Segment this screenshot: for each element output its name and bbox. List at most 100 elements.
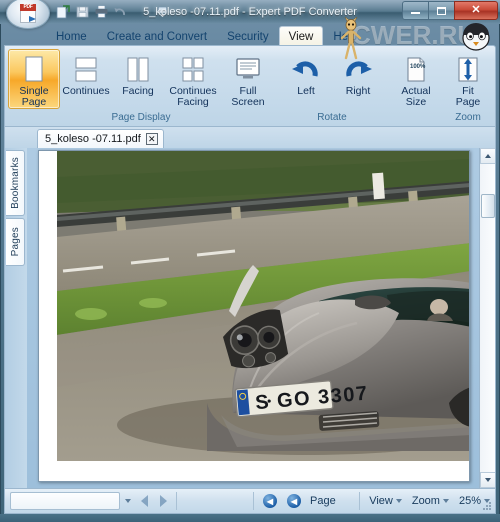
scroll-up-button[interactable] bbox=[480, 148, 495, 164]
chevron-down-icon bbox=[395, 499, 402, 503]
single-page-icon bbox=[23, 54, 45, 84]
resize-grip[interactable] bbox=[481, 500, 493, 512]
title-bar[interactable]: PDF 5_koleso -07.11.pdf - Expert PDF Con… bbox=[0, 0, 500, 29]
first-page-icon: ◀ bbox=[263, 494, 277, 508]
single-page-button[interactable]: Single Page bbox=[8, 49, 60, 109]
zoom-buttons: 100% Actual Size Fit Page bbox=[390, 49, 500, 111]
blue-arrow-icon bbox=[15, 16, 36, 22]
fit-page-icon bbox=[455, 54, 481, 84]
open-icon[interactable] bbox=[56, 4, 73, 20]
view-menu-button[interactable]: View bbox=[364, 495, 407, 507]
page-photo: S GO 3307 bbox=[57, 151, 469, 461]
main-content-area: Bookmarks Pages S GO 3307 bbox=[4, 148, 496, 488]
continues-button[interactable]: Continues bbox=[60, 49, 112, 109]
zoom-level-value: 25% bbox=[458, 495, 481, 507]
continues-facing-button[interactable]: Continues Facing bbox=[164, 49, 222, 109]
navigation-pane-rail: Bookmarks Pages bbox=[5, 148, 27, 488]
page-combo-dropdown-button[interactable] bbox=[120, 499, 136, 503]
fit-page-button[interactable]: Fit Page bbox=[442, 49, 494, 109]
first-page-button[interactable]: ◀ bbox=[258, 494, 282, 508]
next-page-button[interactable] bbox=[157, 494, 169, 508]
full-screen-icon bbox=[234, 54, 262, 84]
rotate-right-button[interactable]: Right bbox=[332, 49, 384, 109]
ribbon-tab-home[interactable]: Home bbox=[46, 26, 97, 46]
continues-label: Continues bbox=[62, 85, 110, 97]
facing-button[interactable]: Facing bbox=[112, 49, 164, 109]
vertical-scrollbar[interactable] bbox=[479, 148, 495, 488]
ribbon-group-zoom: 100% Actual Size Fit Page Zoom bbox=[387, 46, 500, 126]
zoom-group-label: Zoom bbox=[455, 112, 481, 123]
single-page-label-line2: Page bbox=[21, 96, 47, 108]
continues-facing-label-line2: Facing bbox=[177, 96, 209, 108]
zoom-menu-label: Zoom bbox=[411, 495, 440, 507]
maximize-icon bbox=[437, 6, 446, 15]
pages-tab-label: Pages bbox=[9, 227, 21, 257]
save-icon[interactable] bbox=[75, 4, 92, 20]
application-window: PDF 5_koleso -07.11.pdf - Expert PDF Con… bbox=[0, 0, 500, 522]
facing-label: Facing bbox=[122, 85, 154, 97]
minimize-button[interactable] bbox=[402, 1, 429, 20]
rotate-right-icon bbox=[343, 54, 373, 84]
actual-size-button[interactable]: 100% Actual Size bbox=[390, 49, 442, 109]
fit-page-label-line2: Page bbox=[455, 96, 481, 108]
scrollbar-thumb[interactable] bbox=[481, 194, 495, 218]
chevron-down-icon bbox=[125, 499, 131, 503]
ribbon-tab-view[interactable]: View bbox=[278, 26, 324, 46]
actual-size-icon: 100% bbox=[403, 54, 429, 84]
actual-size-label-line2: Size bbox=[405, 96, 427, 108]
document-tab-label: 5_koleso -07.11.pdf bbox=[45, 133, 141, 145]
ribbon-group-rotate: Left Right Rotate bbox=[277, 46, 387, 126]
previous-view-button[interactable]: ◀ bbox=[282, 494, 306, 508]
document-viewport[interactable]: S GO 3307 bbox=[27, 148, 495, 488]
customize-quick-access-icon[interactable] bbox=[155, 4, 172, 20]
status-separator bbox=[253, 492, 254, 510]
bookmarks-tab-label: Bookmarks bbox=[9, 157, 21, 209]
pdf-logo-label: PDF bbox=[20, 4, 36, 11]
rotate-right-label: Right bbox=[345, 85, 371, 97]
zoom-menu-button[interactable]: Zoom bbox=[407, 495, 454, 507]
close-icon: ✕ bbox=[471, 4, 481, 16]
rotate-left-icon bbox=[291, 54, 321, 84]
full-screen-button[interactable]: Full Screen bbox=[222, 49, 274, 109]
document-tab-close-icon[interactable]: ✕ bbox=[145, 133, 158, 145]
page-number-input[interactable] bbox=[10, 492, 120, 510]
continuous-pages-icon bbox=[73, 54, 99, 84]
full-screen-label-line2: Screen bbox=[231, 96, 265, 108]
page-display-group-label: Page Display bbox=[111, 112, 171, 123]
rotate-buttons: Left Right bbox=[280, 49, 384, 111]
ribbon-tab-security[interactable]: Security bbox=[217, 26, 279, 46]
status-separator bbox=[176, 492, 177, 510]
ribbon-group-page-display: Single Page Continues Facing Continues F… bbox=[5, 46, 277, 126]
continuous-facing-icon bbox=[180, 54, 206, 84]
ribbon-tab-help[interactable]: Help bbox=[323, 26, 367, 46]
ribbon: Home Create and Convert Security View He… bbox=[4, 24, 496, 127]
page-status-label: Page bbox=[310, 495, 336, 507]
document-tab[interactable]: 5_koleso -07.11.pdf ✕ bbox=[37, 129, 164, 148]
undo-icon[interactable] bbox=[113, 4, 130, 20]
rotate-left-label: Left bbox=[297, 85, 315, 97]
scroll-down-button[interactable] bbox=[480, 472, 495, 488]
previous-view-icon: ◀ bbox=[287, 494, 301, 508]
maximize-button[interactable] bbox=[428, 1, 455, 20]
view-menu-label: View bbox=[369, 495, 393, 507]
fit-width-button[interactable]: Fit Width bbox=[494, 49, 500, 109]
print-icon[interactable] bbox=[94, 4, 111, 20]
ribbon-tab-create-and-convert[interactable]: Create and Convert bbox=[97, 26, 217, 46]
close-button[interactable]: ✕ bbox=[454, 1, 498, 20]
document-tab-strip: 5_koleso -07.11.pdf ✕ bbox=[4, 127, 496, 148]
page-display-buttons: Single Page Continues Facing Continues F… bbox=[8, 49, 274, 111]
window-bottom-edge bbox=[0, 514, 500, 522]
svg-text:100%: 100% bbox=[410, 64, 426, 70]
ribbon-tab-strip: Home Create and Convert Security View He… bbox=[4, 24, 496, 46]
previous-page-button[interactable] bbox=[139, 494, 151, 508]
rotate-left-button[interactable]: Left bbox=[280, 49, 332, 109]
minimize-icon bbox=[411, 12, 420, 14]
pdf-page: S GO 3307 bbox=[38, 150, 470, 482]
rotate-group-label: Rotate bbox=[317, 112, 347, 123]
sidebar-item-bookmarks[interactable]: Bookmarks bbox=[6, 150, 25, 216]
sidebar-item-pages[interactable]: Pages bbox=[6, 218, 25, 266]
facing-pages-icon bbox=[125, 54, 151, 84]
status-separator bbox=[359, 492, 361, 510]
window-controls: ✕ bbox=[402, 1, 498, 20]
chevron-down-icon bbox=[485, 478, 491, 482]
